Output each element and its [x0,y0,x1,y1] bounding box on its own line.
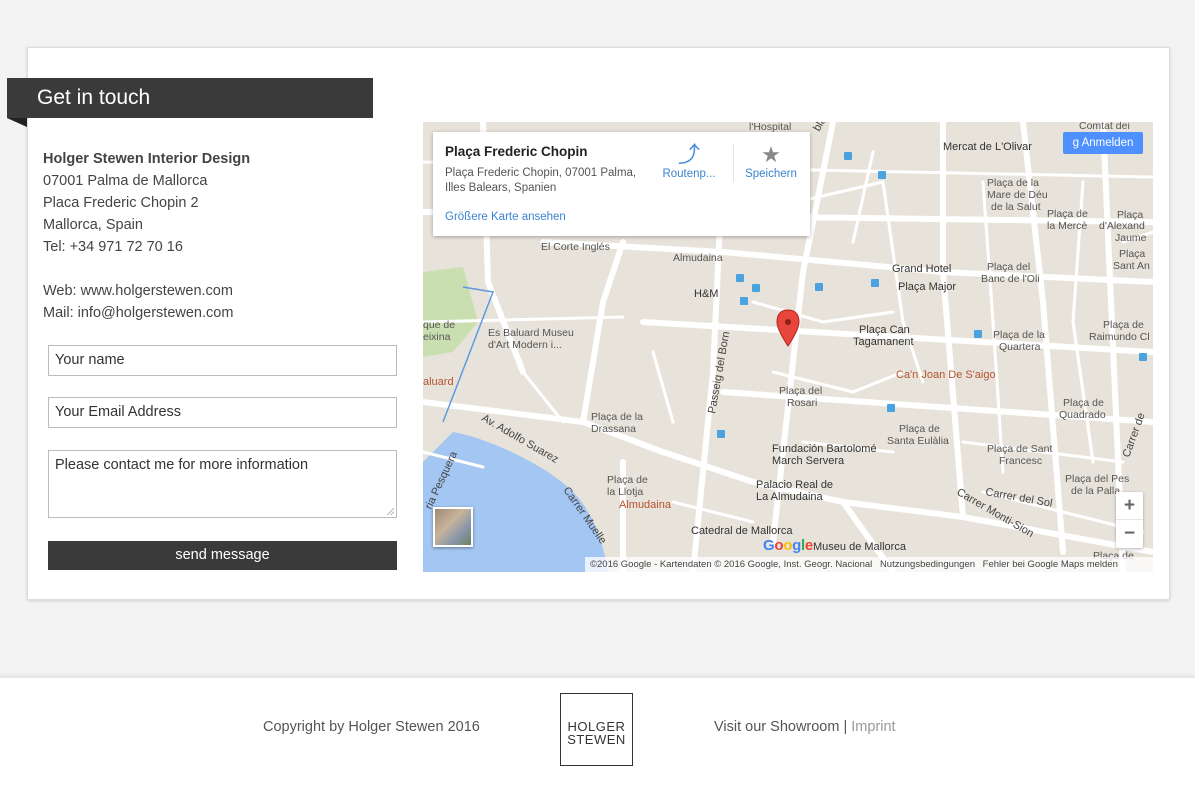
google-logo: Google [763,537,813,554]
map-label: la Mercè [1047,220,1087,232]
message-text: Please contact me for more information [55,457,309,473]
map-label: Almudaina [619,499,672,511]
route-label: Routenp... [662,168,716,180]
map-label: eixina [423,331,451,343]
place-title: Plaça Frederic Chopin [445,144,588,159]
map-label: d'Alexand [1099,220,1145,232]
phone-line: Tel: +34 971 72 70 16 [43,239,183,255]
signin-button[interactable]: g Anmelden [1063,132,1143,154]
save-label: Speichern [745,168,797,180]
map-label: Mercat de L'Olivar [943,141,1032,153]
map-label: Quartera [999,341,1041,353]
signin-label: Anmelden [1081,137,1134,149]
mail-line: Mail: info@holgerstewen.com [43,305,234,321]
map-label: El Corte Inglés [541,241,610,253]
map-label: Plaça de la [591,411,643,423]
map-label: aluard [423,376,454,388]
map-label: Plaça de [1047,208,1088,220]
zoom-in-button[interactable]: + [1116,492,1143,520]
map-attribution-bar: ©2016 Google - Kartendaten © 2016 Google… [585,557,1153,572]
map-label: Santa Eulàlia [887,435,949,447]
map-label: Almudaina [673,252,723,264]
map-label: Banc de l'Oli [981,273,1040,285]
logo-line: STEWEN [567,732,626,747]
directions-icon: ⤴ [677,142,700,167]
map-label: Mare de Déu [987,189,1048,201]
heading-fold-decoration [7,118,27,127]
map-label: Plaça del Pes [1065,473,1129,485]
bigger-map-link[interactable]: Größere Karte ansehen [445,211,566,223]
showroom-link[interactable]: Visit our Showroom [714,719,839,735]
google-g-icon: g [1072,137,1080,149]
message-textarea[interactable]: Please contact me for more information [48,450,397,518]
web-line: Web: www.holgerstewen.com [43,283,233,299]
map-label: que de [423,319,455,331]
company-name: Holger Stewen Interior Design [43,151,251,167]
map-label: Tagamanent [853,336,914,348]
map-label: Drassana [591,423,636,435]
map-label: Raimundo Cl [1089,331,1150,343]
attribution-text: ©2016 Google - Kartendaten © 2016 Google… [590,559,873,570]
brand-logo[interactable]: HOLGER STEWEN [560,693,633,766]
map-label: Plaça de Sant [987,443,1052,455]
place-address: Plaça Frederic Chopin, 07001 Palma, Ille… [445,167,637,194]
send-message-button[interactable]: send message [48,541,397,570]
link-separator: | [843,719,848,735]
map-label: Plaça de [1063,397,1104,409]
name-input[interactable]: Your name [48,345,397,376]
map-label: Jaume [1115,232,1147,244]
map-label: Plaça de la [987,177,1039,189]
map-label: Plaça de la [993,329,1045,341]
zoom-control: + − [1116,492,1143,548]
report-link[interactable]: Fehler bei Google Maps melden [983,559,1118,570]
map-label: Sant An [1113,260,1150,272]
map-label: Rosari [787,397,817,409]
map-label: la Llotja [607,486,643,498]
map-label: d'Art Modern i... [488,339,562,351]
map-label: Plaça del [987,261,1030,273]
imprint-link[interactable]: Imprint [851,719,895,735]
satellite-toggle-button[interactable] [433,507,473,547]
address-line: 07001 Palma de Mallorca [43,173,208,189]
map-label: Francesc [999,455,1042,467]
address-line: Mallorca, Spain [43,217,143,233]
map-label: Plaça de [607,474,648,486]
map-label: Plaça [1119,248,1145,260]
map-label: Plaça Can [859,324,910,336]
map-label: Plaça de [1103,319,1144,331]
zoom-out-button[interactable]: − [1116,520,1143,548]
map-label: Plaça Major [898,281,956,293]
map-label: Plaça del [779,385,822,397]
map-label: Fundación Bartolomé [772,443,877,455]
contact-address: Holger Stewen Interior Design 07001 Palm… [43,148,250,324]
map-label: de la Palla [1071,485,1120,497]
map-label: Comtat dei [1079,122,1130,132]
map-label: Quadrado [1059,409,1106,421]
map-label: Ca'n Joan De S'aigo [896,369,996,381]
map-label: Es Baluard Museu [488,327,574,339]
email-input[interactable]: Your Email Address [48,397,397,428]
map-label: Plaça de [899,423,940,435]
map-label: Museu de Mallorca [813,541,907,553]
divider [733,144,734,182]
map-label: Catedral de Mallorca [691,525,793,537]
footer-links: Visit our Showroom | Imprint [714,719,896,735]
resize-handle-icon[interactable] [386,507,394,515]
terms-link[interactable]: Nutzungsbedingungen [880,559,975,570]
map-label: Grand Hotel [892,263,951,275]
address-line: Placa Frederic Chopin 2 [43,195,199,211]
star-icon: ★ [761,142,781,167]
route-button[interactable]: ⤴ Routenp... [658,142,720,180]
map-label: La Almudaina [756,491,824,503]
place-info-window: Plaça Frederic Chopin Plaça Frederic Cho… [433,132,810,236]
map-label: de la Salut [991,201,1041,213]
save-place-button[interactable]: ★ Speichern [740,142,802,180]
section-heading: Get in touch [7,78,373,118]
map-label: H&M [694,288,718,300]
copyright-text: Copyright by Holger Stewen 2016 [263,719,480,735]
map-label: March Servera [772,455,845,467]
map-label: Palacio Real de [756,479,833,491]
